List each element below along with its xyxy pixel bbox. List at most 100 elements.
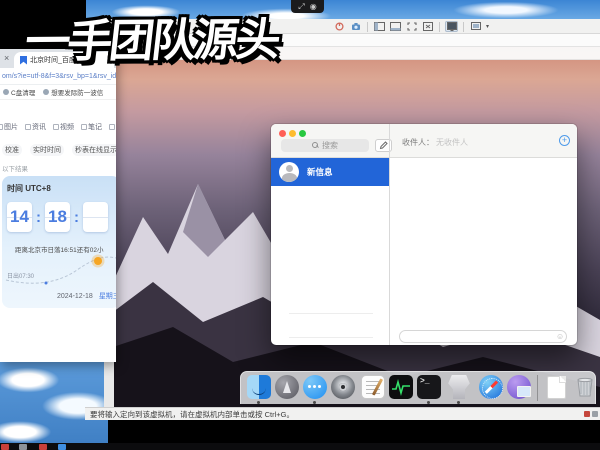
expand-icon[interactable]: ⤢ [298,3,304,11]
minimize-button[interactable] [289,130,296,137]
video-icon [53,124,59,130]
clock-seconds-partial [83,202,108,232]
weekday-label: 星期三 [99,291,116,301]
textedit-icon[interactable] [361,375,385,399]
screenshot-root: ⤢ ◉ [0,0,600,450]
snapshot-icon[interactable] [349,21,362,32]
sidebar-row-divider [289,337,373,338]
news-icon [25,124,31,130]
windows-taskbar [0,443,600,450]
vm-status-bar: 要将输入定向到该虚拟机，请在虚拟机内部单击或按 Ctrl+G。 [85,407,600,420]
recipient-field[interactable]: 无收件人 [436,137,468,148]
browser-window: × 北京时间_百度搜索 om/s?ie=utf-8&f=3&rsv_bp=1&r… [0,49,116,362]
vm-window-gutter [104,362,114,407]
safari-icon[interactable] [479,375,503,399]
filter-images[interactable]: 图片 [0,122,18,132]
filter-video[interactable]: 视频 [53,122,74,132]
sidebar-divider [389,124,390,345]
chevron-down-icon[interactable]: ▾ [486,23,489,30]
activity-monitor-icon[interactable] [389,375,413,399]
taskbar-app-icon[interactable] [19,444,27,450]
search-placeholder: 搜索 [322,140,338,151]
recipient-label: 收件人： [402,137,434,148]
filter-notes[interactable]: 笔记 [81,122,102,132]
show-library-icon[interactable] [373,21,386,32]
vm-status-text: 要将输入定向到该虚拟机，请在虚拟机内部单击或按 Ctrl+G。 [90,409,294,420]
trash-icon[interactable] [573,375,597,399]
toolbar-separator [463,22,464,32]
finder-icon[interactable] [247,375,271,399]
search-input[interactable]: 搜索 [281,139,369,152]
fullscreen-icon[interactable] [405,21,418,32]
power-icon[interactable] [333,21,346,32]
conversation-name: 新信息 [307,166,333,178]
close-icon[interactable]: × [4,53,9,63]
results-note: 以下结果 [2,163,28,173]
vm-device-icon[interactable] [584,411,590,417]
sidebar-row-divider [289,313,373,314]
add-recipient-button[interactable]: + [559,135,570,146]
toolbar-separator [439,22,440,32]
close-button[interactable] [279,130,286,137]
file-explorer-icon[interactable] [58,444,66,450]
url-text: om/s?ie=utf-8&f=3&rsv_bp=1&rsv_idx=1& [2,73,116,80]
filter-news[interactable]: 资讯 [25,122,46,132]
installer-icon[interactable] [447,375,471,399]
bookmark-item[interactable]: 想要发际防一波信 [43,87,103,97]
toolbar-separator [367,22,368,32]
filter-maps[interactable]: 地图 [109,122,116,132]
document-icon[interactable] [547,376,566,399]
system-preferences-icon[interactable] [331,375,355,399]
bookmarks-bar: C盘清理 想要发际防一波信 [0,85,116,100]
launchpad-icon[interactable] [275,375,299,399]
terminal-icon[interactable]: >_ [417,375,441,399]
date-label: 2024-12-18 [57,293,93,300]
console-view-icon[interactable] [445,21,458,32]
search-filter-tabs: 图片 资讯 视频 笔记 地图 [0,122,116,132]
caption-overlay: 一手团队源头 [22,3,282,70]
running-indicator [257,401,260,404]
screen-sharing-icon[interactable] [507,375,531,399]
desktop-wallpaper-clouds [0,358,108,446]
unity-icon[interactable] [421,21,434,32]
clock-colon: : [74,209,79,226]
messages-dock-icon[interactable] [303,375,327,399]
globe-icon [3,89,9,95]
related-links: 校准 实时时间 秒表在线显示 电 [2,144,116,156]
image-icon [0,124,3,130]
macos-screen: 搜索 收件人： 无收件人 + 新信息 ☺ [113,47,600,407]
clock-colon: : [36,209,41,226]
sunrise-label: 日出07:30 [7,271,34,280]
clock-header: 时间 UTC+8 [7,183,51,194]
clock-icon [43,89,49,95]
dock: >_ [240,371,596,404]
note-icon [81,124,87,130]
zoom-button[interactable] [299,130,306,137]
conversation-item-selected[interactable]: 新信息 [271,158,389,186]
taskbar-app-icon[interactable] [39,444,47,450]
clock-hours: 14 [7,202,32,232]
pencil-icon [379,141,388,150]
thumbnail-bar-icon[interactable] [389,21,402,32]
screen-tools-pill[interactable]: ⤢ ◉ [291,0,324,13]
related-link[interactable]: 秒表在线显示 [72,144,116,156]
vm-device-icon[interactable] [592,411,598,417]
record-icon[interactable]: ◉ [310,3,317,11]
running-indicator [457,401,460,404]
cycle-monitors-icon[interactable] [469,21,482,32]
search-icon [312,142,319,149]
messages-window: 搜索 收件人： 无收件人 + 新信息 ☺ [271,124,577,345]
taskbar-app-icon[interactable] [1,444,9,450]
clock-widget: 时间 UTC+8 14 : 18 : 距离北京市日落16:51还有02小 日出0… [2,176,116,308]
message-input[interactable]: ☺ [399,330,567,343]
emoji-icon[interactable]: ☺ [556,333,564,341]
address-bar[interactable]: om/s?ie=utf-8&f=3&rsv_bp=1&rsv_idx=1& [0,68,116,85]
running-indicator [427,401,430,404]
bookmark-label: C盘清理 [11,87,35,97]
running-indicator [313,401,316,404]
bookmark-item[interactable]: C盘清理 [3,87,35,97]
related-link[interactable]: 实时时间 [30,144,64,156]
bookmark-label: 想要发际防一波信 [51,87,103,97]
related-link[interactable]: 校准 [2,144,22,156]
sun-path-chart [2,252,116,286]
